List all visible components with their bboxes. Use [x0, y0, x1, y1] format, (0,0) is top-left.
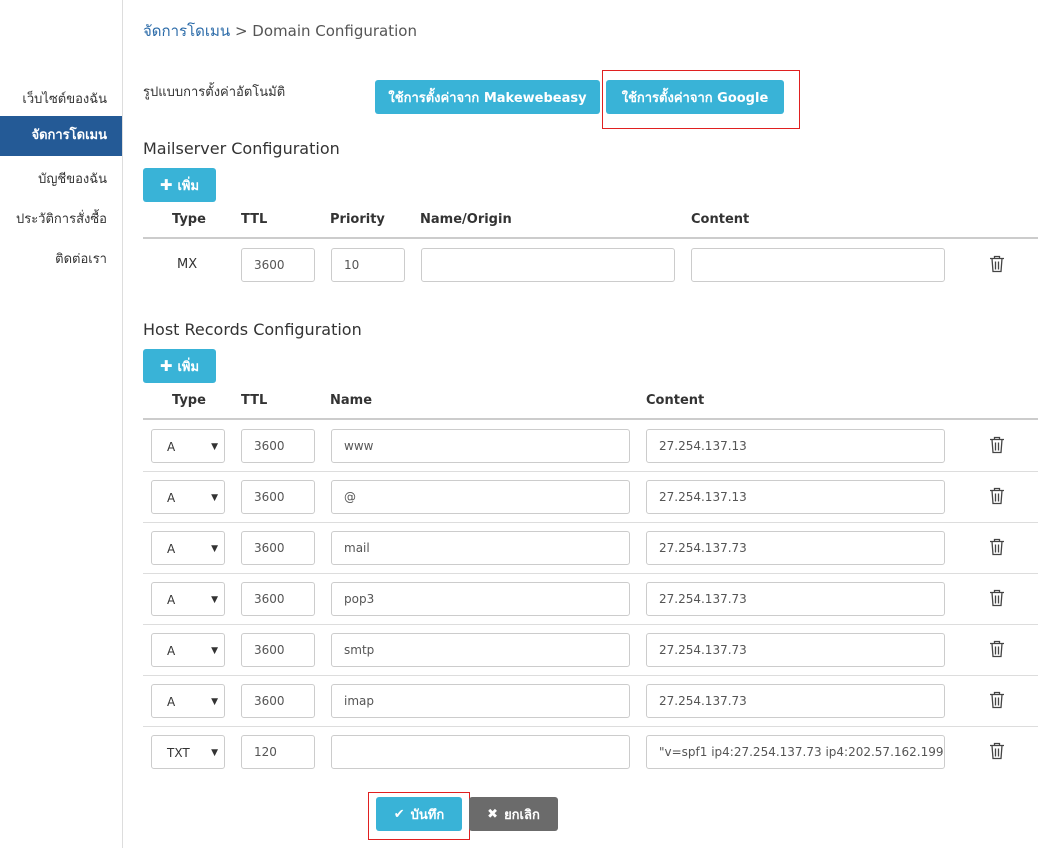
row-divider: [143, 471, 1038, 472]
mail-content-input[interactable]: [691, 248, 945, 282]
add-mail-record-label: เพิ่ม: [177, 178, 200, 194]
host-section-title: Host Records Configuration: [143, 320, 362, 339]
host-col-type: Type: [172, 393, 206, 408]
host-type-select[interactable]: A ▼: [151, 480, 225, 514]
host-content-input[interactable]: 27.254.137.73: [646, 531, 945, 565]
mail-priority-input[interactable]: 10: [331, 248, 405, 282]
host-type-select[interactable]: A ▼: [151, 633, 225, 667]
trash-icon[interactable]: [989, 589, 1005, 607]
row-divider: [143, 522, 1038, 523]
breadcrumb: จัดการโดเมน > Domain Configuration: [143, 19, 417, 43]
cancel-button[interactable]: ✖ ยกเลิก: [469, 797, 558, 831]
host-content-input[interactable]: 27.254.137.13: [646, 480, 945, 514]
sidebar-item-my-websites[interactable]: เว็บไซต์ของฉัน: [22, 88, 107, 109]
save-button[interactable]: ✔ บันทึก: [376, 797, 462, 831]
host-header-divider: [143, 418, 1038, 420]
host-ttl-input[interactable]: 3600: [241, 429, 315, 463]
host-ttl-input[interactable]: 3600: [241, 582, 315, 616]
trash-icon[interactable]: [989, 691, 1005, 709]
host-name-input[interactable]: www: [331, 429, 630, 463]
sidebar-item-order-history[interactable]: ประวัติการสั่งซื้อ: [16, 208, 107, 229]
host-col-ttl: TTL: [241, 393, 268, 408]
breadcrumb-parent-link[interactable]: จัดการโดเมน: [143, 22, 230, 40]
row-divider: [143, 624, 1038, 625]
host-content-input[interactable]: 27.254.137.73: [646, 633, 945, 667]
host-type-select[interactable]: A ▼: [151, 684, 225, 718]
trash-icon[interactable]: [989, 487, 1005, 505]
host-type-value: A: [167, 542, 176, 556]
host-col-name: Name: [330, 393, 373, 408]
plus-icon: ✚: [159, 176, 173, 194]
dropdown-caret-icon: ▼: [211, 748, 218, 758]
host-type-select[interactable]: A ▼: [151, 531, 225, 565]
mail-name-input[interactable]: [421, 248, 675, 282]
sidebar-item-manage-domain[interactable]: จัดการโดเมน: [0, 116, 122, 156]
add-mail-record-button[interactable]: ✚ เพิ่ม: [143, 168, 216, 202]
dropdown-caret-icon: ▼: [211, 442, 218, 452]
trash-icon[interactable]: [989, 436, 1005, 454]
dropdown-caret-icon: ▼: [211, 595, 218, 605]
host-type-value: A: [167, 491, 176, 505]
mail-type-value: MX: [177, 257, 198, 272]
sidebar-item-my-account[interactable]: บัญชีของฉัน: [38, 168, 107, 189]
host-name-input[interactable]: @: [331, 480, 630, 514]
host-content-input[interactable]: 27.254.137.73: [646, 684, 945, 718]
mail-ttl-input[interactable]: 3600: [241, 248, 315, 282]
check-icon: ✔: [393, 806, 405, 822]
dropdown-caret-icon: ▼: [211, 646, 218, 656]
mail-col-content: Content: [691, 212, 750, 227]
host-ttl-input[interactable]: 3600: [241, 633, 315, 667]
save-label: บันทึก: [410, 807, 445, 823]
sidebar: เว็บไซต์ของฉัน จัดการโดเมน บัญชีของฉัน ป…: [0, 0, 123, 848]
mail-col-ttl: TTL: [241, 212, 268, 227]
breadcrumb-separator: >: [230, 22, 253, 40]
mail-col-type: Type: [172, 212, 206, 227]
trash-icon[interactable]: [989, 640, 1005, 658]
add-host-record-button[interactable]: ✚ เพิ่ม: [143, 349, 216, 383]
use-makewebeasy-settings-button[interactable]: ใช้การตั้งค่าจาก Makewebeasy: [375, 80, 600, 114]
host-type-value: A: [167, 593, 176, 607]
cancel-label: ยกเลิก: [504, 807, 540, 823]
use-google-settings-button[interactable]: ใช้การตั้งค่าจาก Google: [606, 80, 784, 114]
host-content-input[interactable]: 27.254.137.13: [646, 429, 945, 463]
row-divider: [143, 573, 1038, 574]
dropdown-caret-icon: ▼: [211, 544, 218, 554]
host-name-input[interactable]: [331, 735, 630, 769]
close-icon: ✖: [487, 806, 499, 822]
sidebar-item-contact[interactable]: ติดต่อเรา: [55, 248, 107, 269]
mail-header-divider: [143, 237, 1038, 239]
preset-label: รูปแบบการตั้งค่าอัตโนมัติ: [143, 85, 286, 100]
host-type-select[interactable]: A ▼: [151, 582, 225, 616]
host-type-value: TXT: [167, 746, 190, 760]
host-content-input[interactable]: "v=spf1 ip4:27.254.137.73 ip4:202.57.162…: [646, 735, 945, 769]
host-type-value: A: [167, 695, 176, 709]
host-type-value: A: [167, 440, 176, 454]
mailserver-section-title: Mailserver Configuration: [143, 139, 340, 158]
mail-col-priority: Priority: [330, 212, 385, 227]
add-host-record-label: เพิ่ม: [177, 359, 200, 375]
host-name-input[interactable]: imap: [331, 684, 630, 718]
host-name-input[interactable]: mail: [331, 531, 630, 565]
mail-col-name: Name/Origin: [420, 212, 512, 227]
plus-icon: ✚: [159, 357, 173, 375]
host-type-select[interactable]: A ▼: [151, 429, 225, 463]
host-ttl-input[interactable]: 3600: [241, 531, 315, 565]
host-content-input[interactable]: 27.254.137.73: [646, 582, 945, 616]
row-divider: [143, 675, 1038, 676]
dropdown-caret-icon: ▼: [211, 697, 218, 707]
row-divider: [143, 726, 1038, 727]
dropdown-caret-icon: ▼: [211, 493, 218, 503]
host-col-content: Content: [646, 393, 705, 408]
host-ttl-input[interactable]: 120: [241, 735, 315, 769]
host-type-select[interactable]: TXT ▼: [151, 735, 225, 769]
trash-icon[interactable]: [989, 255, 1005, 273]
host-name-input[interactable]: pop3: [331, 582, 630, 616]
host-ttl-input[interactable]: 3600: [241, 480, 315, 514]
host-type-value: A: [167, 644, 176, 658]
breadcrumb-current: Domain Configuration: [252, 22, 417, 40]
trash-icon[interactable]: [989, 538, 1005, 556]
trash-icon[interactable]: [989, 742, 1005, 760]
host-ttl-input[interactable]: 3600: [241, 684, 315, 718]
host-name-input[interactable]: smtp: [331, 633, 630, 667]
